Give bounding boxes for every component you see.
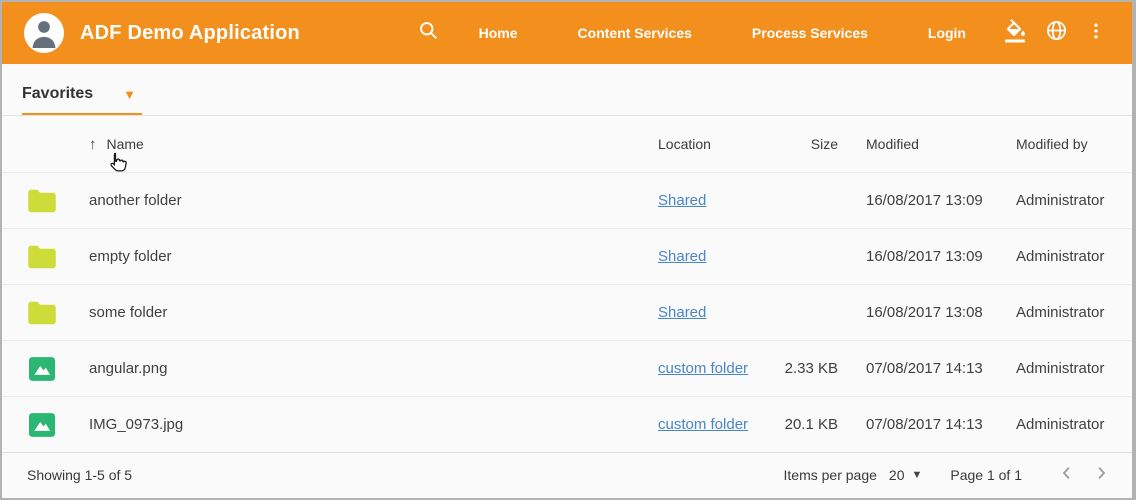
theme-color-button[interactable] xyxy=(996,13,1036,53)
nav-item-login[interactable]: Login xyxy=(908,25,986,41)
folder-icon xyxy=(27,300,89,326)
search-button[interactable] xyxy=(409,13,449,53)
app-window: ADF Demo Application Home Content Servic… xyxy=(0,0,1136,500)
modified-date: 16/08/2017 13:09 xyxy=(838,192,988,209)
modified-by: Administrator xyxy=(988,248,1108,265)
table-header-row: ↑ Name Location Size Modified Modified b… xyxy=(2,116,1132,172)
items-per-page-label: Items per page xyxy=(784,467,877,483)
favorites-label: Favorites xyxy=(22,85,93,103)
modified-by: Administrator xyxy=(988,304,1108,321)
next-page-button[interactable] xyxy=(1084,458,1118,492)
table-row[interactable]: IMG_0973.jpg custom folder 20.1 KB 07/08… xyxy=(2,396,1132,452)
modified-by: Administrator xyxy=(988,192,1108,209)
pagination-bar: Showing 1-5 of 5 Items per page 20 ▼ Pag… xyxy=(2,452,1132,496)
nav-item-content-services[interactable]: Content Services xyxy=(558,25,712,41)
column-header-location[interactable]: Location xyxy=(658,136,768,152)
document-list-tabbar: Favorites ▼ xyxy=(2,64,1132,116)
location-link[interactable]: custom folder xyxy=(658,416,748,433)
file-size: 2.33 KB xyxy=(768,360,838,377)
image-file-icon xyxy=(27,412,89,438)
favorites-dropdown[interactable]: Favorites ▼ xyxy=(22,85,142,115)
table-row[interactable]: another folder Shared 16/08/2017 13:09 A… xyxy=(2,172,1132,228)
app-header: ADF Demo Application Home Content Servic… xyxy=(2,2,1132,64)
color-fill-icon xyxy=(1004,19,1028,48)
main-nav: Home Content Services Process Services L… xyxy=(449,25,996,41)
page-count-label: Page 1 of 1 xyxy=(950,467,1022,483)
location-link[interactable]: Shared xyxy=(658,248,706,265)
nav-item-home[interactable]: Home xyxy=(459,25,538,41)
location-link[interactable]: Shared xyxy=(658,304,706,321)
sort-ascending-icon: ↑ xyxy=(89,136,97,153)
document-list: ↑ Name Location Size Modified Modified b… xyxy=(2,116,1132,452)
table-row[interactable]: angular.png custom folder 2.33 KB 07/08/… xyxy=(2,340,1132,396)
modified-by: Administrator xyxy=(988,360,1108,377)
location-link[interactable]: Shared xyxy=(658,192,706,209)
table-row[interactable]: some folder Shared 16/08/2017 13:08 Admi… xyxy=(2,284,1132,340)
image-file-icon xyxy=(27,356,89,382)
chevron-left-icon xyxy=(1058,464,1076,485)
modified-date: 16/08/2017 13:09 xyxy=(838,248,988,265)
column-header-size[interactable]: Size xyxy=(768,136,838,152)
globe-icon xyxy=(1045,19,1068,47)
file-name: some folder xyxy=(89,304,658,321)
more-menu-button[interactable] xyxy=(1076,13,1116,53)
modified-by: Administrator xyxy=(988,416,1108,433)
file-size: 20.1 KB xyxy=(768,416,838,433)
app-title: ADF Demo Application xyxy=(80,22,300,45)
column-header-modified[interactable]: Modified xyxy=(838,136,988,152)
person-icon xyxy=(27,16,61,53)
language-button[interactable] xyxy=(1036,13,1076,53)
previous-page-button[interactable] xyxy=(1050,458,1084,492)
chevron-down-icon: ▼ xyxy=(123,87,136,102)
modified-date: 07/08/2017 14:13 xyxy=(838,360,988,377)
folder-icon xyxy=(27,244,89,270)
nav-item-process-services[interactable]: Process Services xyxy=(732,25,888,41)
modified-date: 07/08/2017 14:13 xyxy=(838,416,988,433)
showing-range-label: Showing 1-5 of 5 xyxy=(27,467,132,483)
items-per-page-select[interactable]: 20 ▼ xyxy=(889,467,922,483)
column-header-modified-by[interactable]: Modified by xyxy=(988,136,1108,152)
chevron-right-icon xyxy=(1092,464,1110,485)
more-vert-icon xyxy=(1086,21,1106,46)
table-row[interactable]: empty folder Shared 16/08/2017 13:09 Adm… xyxy=(2,228,1132,284)
chevron-down-icon: ▼ xyxy=(911,469,922,481)
file-name: empty folder xyxy=(89,248,658,265)
location-link[interactable]: custom folder xyxy=(658,360,748,377)
search-icon xyxy=(418,20,439,46)
column-header-name[interactable]: ↑ Name xyxy=(89,136,658,153)
items-per-page-value: 20 xyxy=(889,467,905,483)
folder-icon xyxy=(27,188,89,214)
file-name: another folder xyxy=(89,192,658,209)
user-avatar[interactable] xyxy=(24,13,64,53)
file-name: angular.png xyxy=(89,360,658,377)
modified-date: 16/08/2017 13:08 xyxy=(838,304,988,321)
file-name: IMG_0973.jpg xyxy=(89,416,658,433)
